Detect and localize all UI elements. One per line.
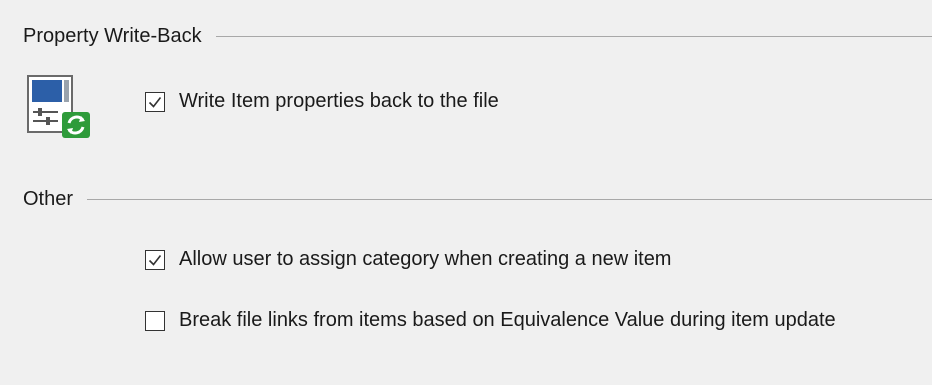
break-links-option[interactable]: Break file links from items based on Equ… [145,308,885,335]
property-writeback-separator [215,35,932,37]
assign-category-option[interactable]: Allow user to assign category when creat… [145,247,671,274]
checkmark-icon [148,255,162,266]
write-back-label: Write Item properties back to the file [179,90,499,112]
assign-category-checkbox[interactable] [145,250,165,270]
settings-panel: Property Write-Back Write Item propertie… [0,0,932,385]
write-back-option[interactable]: Write Item properties back to the file [145,89,499,116]
break-links-label: Break file links from items based on Equ… [179,309,836,331]
break-links-checkbox[interactable] [145,311,165,331]
checkmark-icon [148,97,162,108]
property-writeback-title: Property Write-Back [23,24,202,47]
other-separator [87,198,932,200]
other-header: Other [23,185,932,213]
write-back-checkbox[interactable] [145,92,165,112]
property-writeback-header: Property Write-Back [23,22,932,50]
property-sync-icon [27,75,90,138]
assign-category-label: Allow user to assign category when creat… [179,248,672,270]
other-title: Other [23,187,74,210]
